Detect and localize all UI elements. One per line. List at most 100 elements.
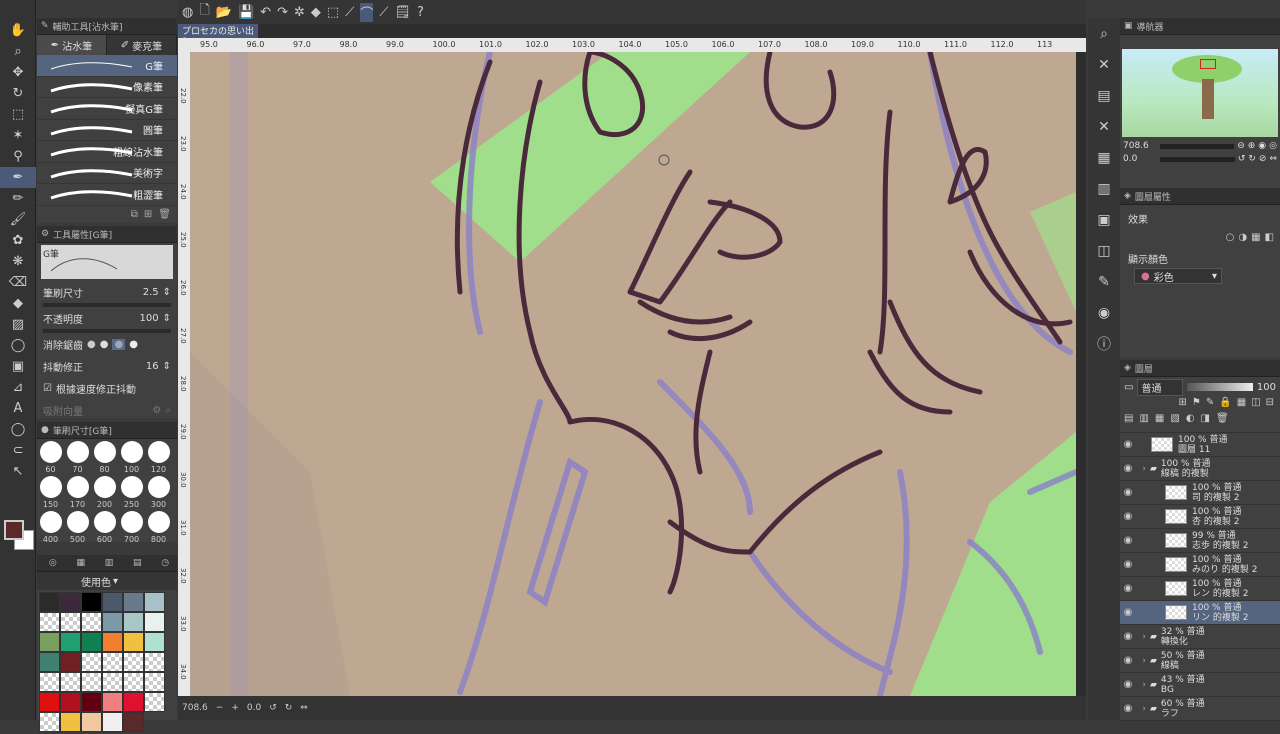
pen-tool-icon[interactable]: ✒ <box>0 167 36 188</box>
color-wheel-icon[interactable]: ◎ <box>49 558 57 568</box>
display-color-select[interactable]: ● 彩色 ▾ <box>1134 268 1222 284</box>
color-swatch[interactable] <box>102 692 123 712</box>
border-effect-icon[interactable]: ○ <box>1226 232 1235 243</box>
airbrush-tool-icon[interactable]: ✿ <box>0 230 36 251</box>
aa-mid-icon[interactable]: ● <box>112 338 126 350</box>
color-swatch[interactable] <box>39 612 60 632</box>
actual-size-icon[interactable]: ◉ <box>1258 141 1266 151</box>
brush-size-preset[interactable]: 400 <box>38 511 63 544</box>
eye-icon[interactable]: ◉ <box>1120 463 1136 474</box>
pattern-icon[interactable]: ▦ <box>1251 232 1260 243</box>
stabilization-row[interactable]: 抖動修正 16 ⇕ <box>37 355 177 377</box>
figure-tool-icon[interactable]: ◯ <box>0 335 36 356</box>
panel-icon[interactable]: ▥ <box>1088 173 1120 204</box>
brush-item[interactable]: 擬真G筆 <box>37 98 177 120</box>
fill-icon[interactable]: ◆ <box>311 5 321 20</box>
color-swatch[interactable] <box>102 652 123 672</box>
brush-size-preset[interactable]: 200 <box>92 476 117 509</box>
history-icon[interactable]: ◷ <box>161 558 169 568</box>
lock-alpha-icon[interactable]: ▦ <box>1237 397 1246 413</box>
close-icon[interactable]: ✕ <box>1088 111 1120 142</box>
folder-toggle-icon[interactable]: › <box>1136 464 1146 474</box>
brush-tool-icon[interactable]: 🖌 <box>0 209 36 230</box>
eye-icon[interactable]: ◉ <box>1120 439 1136 450</box>
reset-icon[interactable]: ⊘ <box>1259 154 1267 164</box>
brush-item[interactable]: 美術字 <box>37 163 177 184</box>
brush-size-preset[interactable]: 100 <box>119 441 144 474</box>
color-swatch[interactable] <box>102 592 123 612</box>
opacity-value[interactable]: 100 <box>140 313 159 324</box>
color-swatch[interactable] <box>60 652 81 672</box>
trash-icon[interactable]: 🗑 <box>1216 413 1229 432</box>
color-set-icon[interactable]: ▦ <box>76 558 85 568</box>
eraser-tool-icon[interactable]: ⌫ <box>0 272 36 293</box>
operation-tool-icon[interactable]: ↖ <box>0 461 36 482</box>
color-swatch[interactable] <box>39 592 60 612</box>
layer-row[interactable]: ◉ › ▰ 32 % 普通 轉換化 <box>1120 625 1280 649</box>
brush-item[interactable]: G筆 <box>37 55 177 77</box>
color-swatch[interactable] <box>102 672 123 692</box>
edit-icon[interactable]: ✎ <box>1088 266 1120 297</box>
color-swatch[interactable] <box>39 652 60 672</box>
close-icon[interactable]: ✕ <box>1088 49 1120 80</box>
aa-strong-icon[interactable]: ● <box>129 339 138 350</box>
snap-line-icon[interactable]: ⟋ <box>345 5 354 20</box>
color-swatch[interactable] <box>60 692 81 712</box>
balloon-tool-icon[interactable]: ◯ <box>0 419 36 440</box>
layer-row[interactable]: ◉ 100 % 普通 リン 的複製 2 <box>1120 601 1280 625</box>
wrench-icon[interactable]: ⚙ <box>152 405 161 416</box>
color-swatch[interactable] <box>144 692 165 712</box>
eyedropper-tool-icon[interactable]: ⚲ <box>0 146 36 167</box>
color-swatch[interactable] <box>102 612 123 632</box>
zoom-in-icon[interactable]: + <box>231 703 239 713</box>
checkbox-icon[interactable]: ☑ <box>43 383 52 394</box>
ruler-tool-icon[interactable]: ⊿ <box>0 377 36 398</box>
speed-stabilize-row[interactable]: ☑ 根據速度修正抖動 <box>37 377 177 399</box>
zoom-tool-icon[interactable]: ⌕ <box>0 41 36 62</box>
color-swatch[interactable] <box>144 652 165 672</box>
folder-toggle-icon[interactable]: › <box>1136 656 1146 666</box>
eye-icon[interactable]: ◉ <box>1120 679 1136 690</box>
save-icon[interactable]: 💾 <box>238 5 254 20</box>
text-tool-icon[interactable]: A <box>0 398 36 419</box>
brush-size-preset[interactable]: 170 <box>65 476 90 509</box>
color-swatch[interactable] <box>123 652 144 672</box>
color-swatch[interactable] <box>81 692 102 712</box>
lock-icon[interactable]: 🔒 <box>1219 397 1231 413</box>
copy-icon[interactable]: ⧉ <box>131 209 138 220</box>
color-swatch[interactable] <box>81 632 102 652</box>
brush-size-preset[interactable]: 150 <box>38 476 63 509</box>
gradient-tool-icon[interactable]: ▨ <box>0 314 36 335</box>
mask-add-icon[interactable]: ◐ <box>1186 413 1195 432</box>
brush-item[interactable]: 圓筆 <box>37 120 177 141</box>
wand-tool-icon[interactable]: ✶ <box>0 125 36 146</box>
angle-value[interactable]: 0.0 <box>247 703 261 713</box>
flip-icon[interactable]: ⇔ <box>1269 154 1277 164</box>
color-swatch[interactable] <box>39 672 60 692</box>
vector-snap-row[interactable]: 吸附向量 ⚙ ⌕ <box>37 399 177 421</box>
layer-row[interactable]: ◉ 100 % 普通 レン 的複製 2 <box>1120 577 1280 601</box>
color-swatch[interactable] <box>60 632 81 652</box>
eye-icon[interactable]: ◉ <box>1120 559 1136 570</box>
window-icon[interactable]: ◫ <box>1088 235 1120 266</box>
tab-marker[interactable]: ✐ 麥克筆 <box>107 35 177 55</box>
color-swatch[interactable] <box>102 632 123 652</box>
ruler-icon[interactable]: ⊟ <box>1266 397 1274 413</box>
layer-icon[interactable]: ▤ <box>1088 80 1120 111</box>
blend-mode-select[interactable]: 普通 <box>1137 378 1184 396</box>
color-swatch[interactable] <box>39 632 60 652</box>
history-icon[interactable]: 🗒 <box>394 5 411 20</box>
layer-row[interactable]: ◉ 100 % 普通 みのり 的複製 2 <box>1120 553 1280 577</box>
stabilization-value[interactable]: 16 <box>146 361 159 372</box>
layer-row[interactable]: ◉ › ▰ 60 % 普通 ラフ <box>1120 697 1280 721</box>
color-swatch[interactable] <box>81 652 102 672</box>
color-indicator[interactable] <box>2 518 34 554</box>
frame-tool-icon[interactable]: ▣ <box>0 356 36 377</box>
color-swatch[interactable] <box>81 612 102 632</box>
new-vector-icon[interactable]: ▥ <box>1139 413 1148 432</box>
rotate-right-icon[interactable]: ↻ <box>285 703 293 713</box>
new-subtool-icon[interactable]: ⊞ <box>144 209 152 220</box>
layer-row[interactable]: ◉ › ▰ 50 % 普通 線稿 <box>1120 649 1280 673</box>
color-swatch[interactable] <box>60 712 81 732</box>
brush-size-preset[interactable]: 60 <box>38 441 63 474</box>
